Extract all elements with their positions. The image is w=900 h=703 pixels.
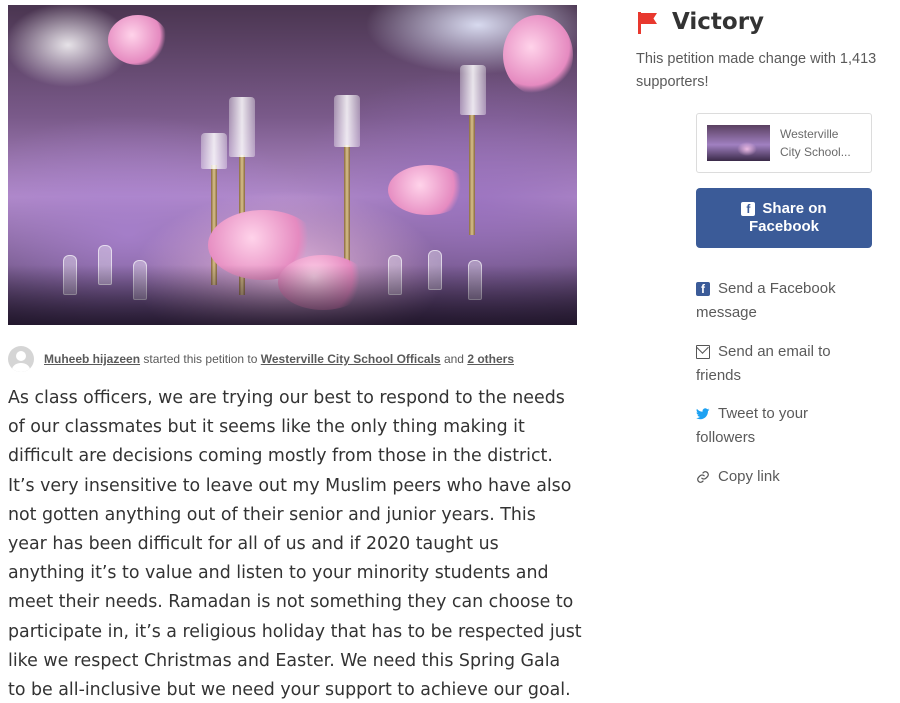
tweet-label: Tweet to your <box>718 405 809 422</box>
description-line: year has been difficult for all of us an… <box>8 534 499 555</box>
send-facebook-message-link[interactable]: f Send a Facebook message <box>696 277 876 325</box>
petition-card[interactable]: Westerville City School... <box>696 113 872 173</box>
flag-icon <box>636 10 660 34</box>
copy-link[interactable]: Copy link <box>696 465 876 489</box>
starter-link[interactable]: Muheeb hijazeen <box>44 352 140 366</box>
avatar[interactable] <box>8 346 34 372</box>
table-shadow <box>8 265 577 325</box>
victory-text: This petition made change with 1,413 sup… <box>636 51 877 90</box>
tweet-link[interactable]: Tweet to your followers <box>696 402 876 450</box>
twitter-icon <box>696 407 710 421</box>
victory-header: Victory <box>636 6 764 38</box>
others-link[interactable]: 2 others <box>467 352 514 366</box>
facebook-icon: f <box>741 202 756 216</box>
description-line: difficult are decisions coming mostly fr… <box>8 446 553 467</box>
share-facebook-label: Facebook <box>748 218 820 235</box>
petition-description: As class officers, we are trying our bes… <box>8 384 588 703</box>
byline-started-text: started this petition to <box>140 352 261 366</box>
send-facebook-label: message <box>696 304 757 321</box>
description-line: not gotten anything out of their senior … <box>8 504 536 525</box>
flower-arrangement <box>503 15 573 95</box>
facebook-icon: f <box>696 282 710 296</box>
send-email-link[interactable]: Send an email to friends <box>696 340 876 388</box>
petition-image <box>8 5 577 325</box>
candle <box>201 133 227 169</box>
tweet-label: followers <box>696 429 756 446</box>
flower-arrangement <box>388 165 468 215</box>
candelabra <box>344 145 350 265</box>
share-facebook-row: f Share on <box>741 200 827 218</box>
card-title-line: Westerville <box>780 127 839 141</box>
candle <box>460 65 486 115</box>
card-title-line: City School... <box>780 145 851 159</box>
flower-arrangement <box>108 15 168 65</box>
description-line: participate in, it’s a religious holiday… <box>8 621 582 642</box>
copy-link-label: Copy link <box>718 468 780 485</box>
description-line: anything it’s to value and listen to you… <box>8 563 549 584</box>
send-email-label: friends <box>696 367 742 384</box>
description-line: of our classmates but it seems like the … <box>8 417 525 438</box>
send-email-label: Send an email to <box>718 343 831 360</box>
candle <box>334 95 360 147</box>
share-facebook-button[interactable]: f Share on Facebook <box>696 188 872 248</box>
petition-byline: Muheeb hijazeen started this petition to… <box>8 345 514 373</box>
description-line: meet their needs. Ramadan is not somethi… <box>8 592 574 613</box>
description-line: It’s very insensitive to leave out my Mu… <box>8 475 572 496</box>
link-icon <box>696 470 710 484</box>
target-link[interactable]: Westerville City School Officals <box>261 352 441 366</box>
victory-title: Victory <box>672 9 765 35</box>
description-line: to be all-inclusive but we need your sup… <box>8 680 571 701</box>
petition-thumbnail <box>707 125 770 161</box>
description-line: like we respect Christmas and Easter. We… <box>8 650 561 671</box>
description-line: As class officers, we are trying our bes… <box>8 388 565 408</box>
byline-and-text: and <box>440 352 468 366</box>
share-facebook-label: Share on <box>762 200 827 217</box>
candelabra <box>469 115 475 235</box>
mail-icon <box>696 345 710 359</box>
send-facebook-label: Send a Facebook <box>718 280 836 297</box>
candle <box>229 97 255 157</box>
petition-card-title: Westerville City School... <box>780 125 860 161</box>
